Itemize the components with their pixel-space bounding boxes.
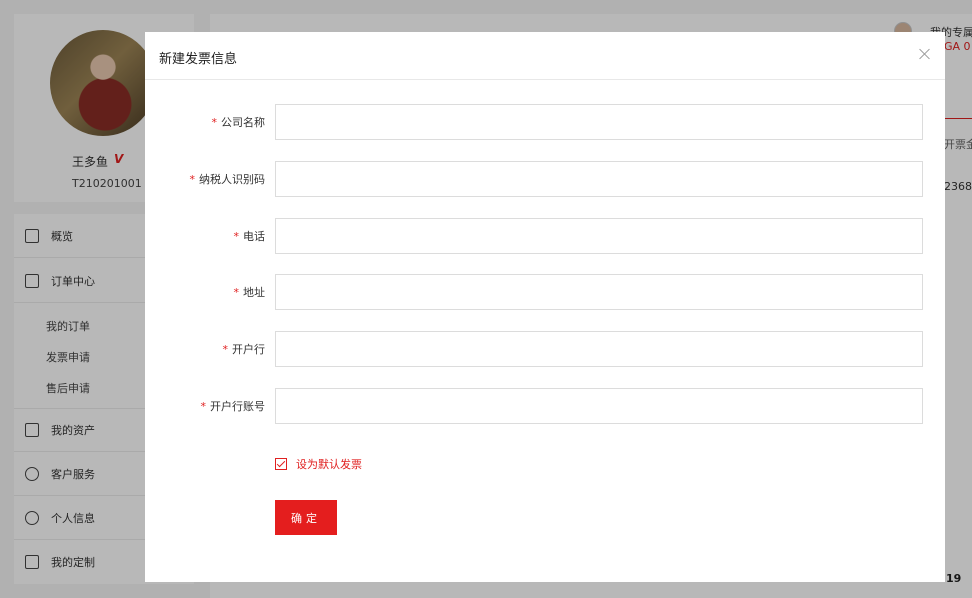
field-label-text: 开户行 — [232, 343, 265, 356]
field-label-text: 开户行账号 — [210, 400, 265, 413]
field-label-text: 公司名称 — [221, 116, 265, 129]
address-input[interactable] — [275, 274, 923, 310]
required-mark: * — [233, 230, 240, 243]
company-name-input[interactable] — [275, 104, 923, 140]
required-mark: * — [200, 400, 207, 413]
required-mark: * — [222, 343, 229, 356]
field-label: * 公司名称 — [212, 114, 266, 130]
taxpayer-id-input[interactable] — [275, 161, 923, 197]
close-icon[interactable] — [919, 48, 931, 60]
form-row-taxpayer-id: * 纳税人识别码 — [145, 161, 945, 197]
field-label-text: 电话 — [243, 230, 265, 243]
field-label: * 开户行账号 — [201, 398, 266, 414]
default-invoice-label[interactable]: 设为默认发票 — [296, 456, 362, 472]
field-label: * 开户行 — [223, 341, 266, 357]
form-row-bank: * 开户行 — [145, 331, 945, 367]
modal-header: 新建发票信息 — [145, 32, 945, 80]
required-mark: * — [233, 286, 240, 299]
form-row-phone: * 电话 — [145, 218, 945, 254]
page: 王多鱼 V T210201001 概览 订单中心 我的订单 发票申请 售后申请 … — [0, 0, 972, 598]
required-mark: * — [189, 173, 196, 186]
field-label: * 地址 — [234, 284, 266, 300]
bank-account-input[interactable] — [275, 388, 923, 424]
bank-input[interactable] — [275, 331, 923, 367]
phone-input[interactable] — [275, 218, 923, 254]
field-label-text: 纳税人识别码 — [199, 173, 265, 186]
form-row-address: * 地址 — [145, 274, 945, 310]
modal-title: 新建发票信息 — [159, 52, 238, 67]
form-row-company-name: * 公司名称 — [145, 104, 945, 140]
field-label: * 电话 — [234, 228, 266, 244]
new-invoice-modal: 新建发票信息 * 公司名称 * 纳税人识别码 * 电话 * 地址 * 开户行 * 开户行账号 — [145, 32, 945, 582]
form-row-bank-account: * 开户行账号 — [145, 388, 945, 424]
checkbox-checked-icon[interactable] — [275, 458, 287, 470]
field-label: * 纳税人识别码 — [190, 171, 266, 187]
field-label-text: 地址 — [243, 286, 265, 299]
required-mark: * — [211, 116, 218, 129]
default-invoice-checkbox[interactable]: 设为默认发票 — [275, 456, 362, 472]
confirm-button[interactable]: 确定 — [275, 500, 337, 535]
